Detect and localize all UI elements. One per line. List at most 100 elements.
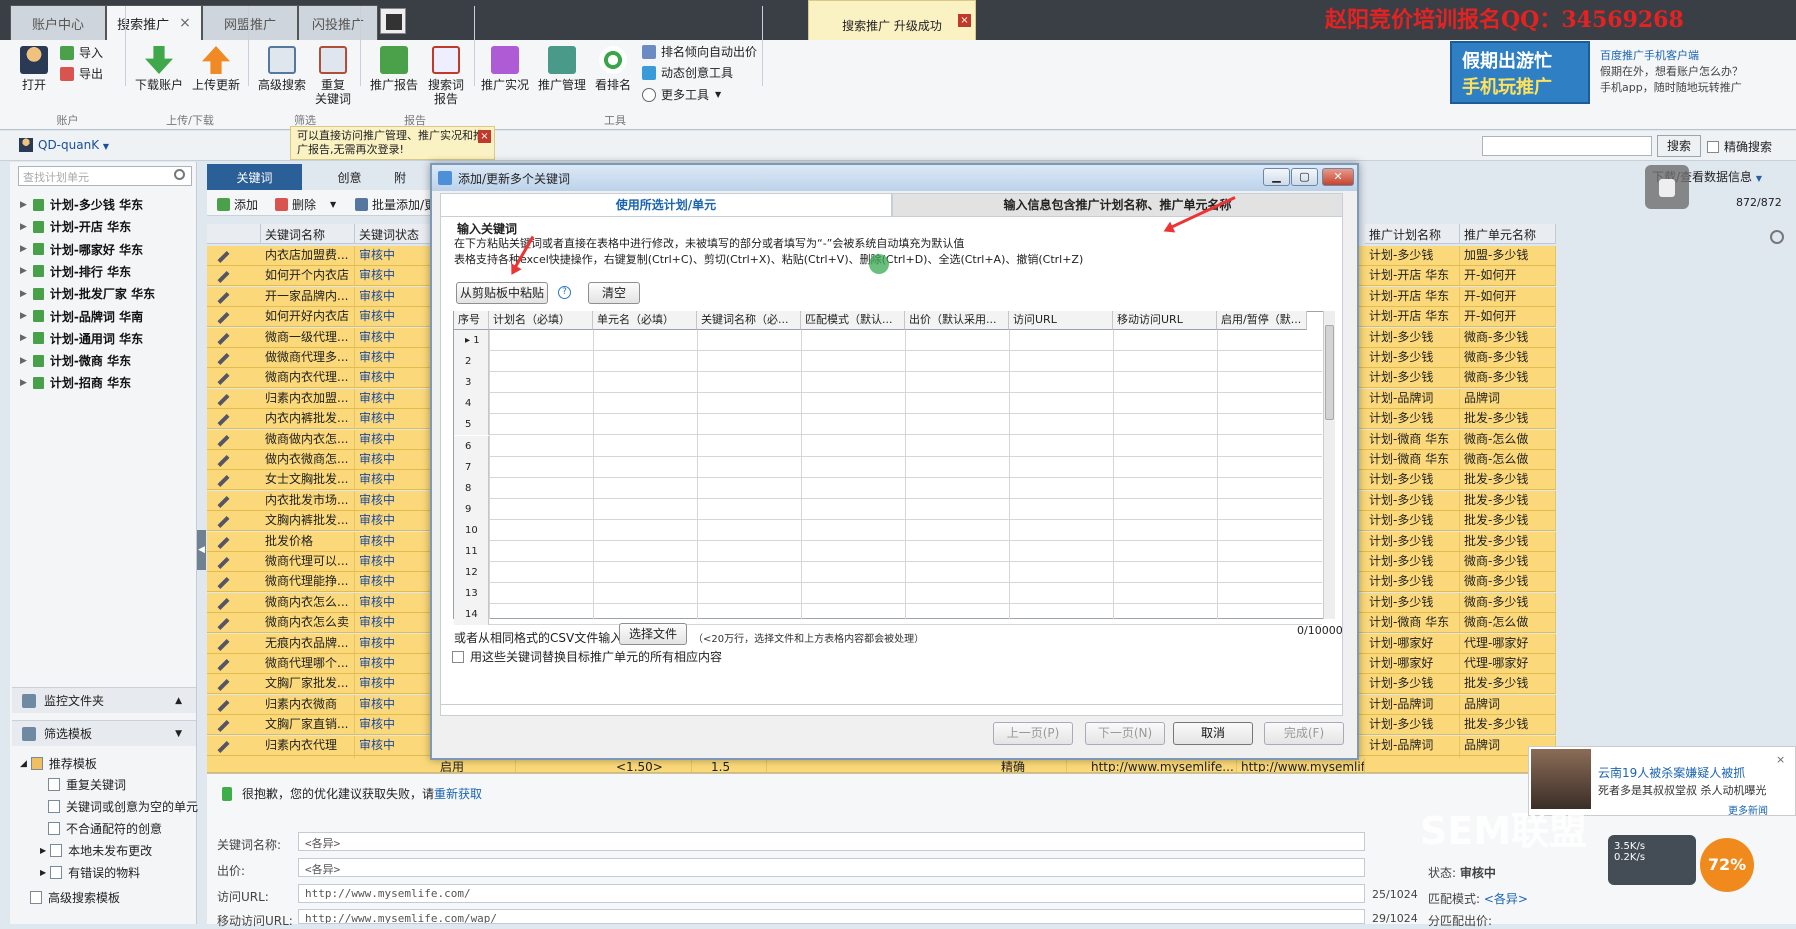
grid-row[interactable] — [454, 541, 1322, 562]
minimize-icon[interactable]: ▁ — [1263, 168, 1290, 186]
table-header[interactable]: 关键词状态 — [355, 224, 435, 244]
app-grid-icon[interactable] — [380, 8, 406, 34]
add-button[interactable]: 添加 — [217, 196, 258, 213]
expand-icon[interactable]: ▶ — [20, 200, 27, 210]
ad-image[interactable]: 假期出游忙 手机玩推广 — [1450, 41, 1590, 104]
scrollbar-thumb[interactable] — [1325, 325, 1334, 420]
tab-attachment[interactable]: 附 — [370, 164, 430, 190]
filter-template-header[interactable]: 筛选模板 ▼ — [12, 720, 196, 746]
view-rank-button[interactable]: 看排名 — [595, 46, 631, 92]
lock-icon[interactable] — [1645, 165, 1689, 209]
expand-icon[interactable]: ▶ — [40, 846, 46, 855]
grid-column-header[interactable]: 出价（默认采用... — [905, 311, 1009, 330]
plan-search-input[interactable]: 查找计划单元 — [18, 166, 192, 186]
cancel-button[interactable]: 取消 — [1173, 722, 1253, 745]
batch-add-button[interactable]: 批量添加/更 — [355, 196, 436, 213]
grid-column-header[interactable]: 移动访问URL — [1113, 311, 1217, 330]
upload-update-button[interactable]: 上传更新 — [192, 46, 240, 92]
grid-column-header[interactable]: 序号 — [454, 311, 489, 330]
choose-file-button[interactable]: 选择文件 — [619, 623, 687, 645]
clear-button[interactable]: 清空 — [588, 282, 640, 304]
grid-column-header[interactable]: 关键词名称（必... — [697, 311, 801, 330]
plan-item[interactable]: ▶ 计划-排行 华东 — [20, 263, 131, 280]
realtime-button[interactable]: 推广实况 — [481, 46, 529, 92]
plan-item[interactable]: ▶ 计划-通用词 华东 — [20, 330, 143, 347]
download-account-button[interactable]: 下载账户 — [135, 46, 183, 92]
template-item[interactable]: ▶ 本地未发布更改 — [40, 842, 152, 859]
gear-icon[interactable] — [1770, 230, 1784, 244]
grid-row[interactable] — [454, 351, 1322, 373]
grid-row[interactable] — [454, 499, 1322, 520]
import-button[interactable]: 导入 — [60, 44, 103, 61]
match-value[interactable]: <各异> — [1484, 892, 1528, 906]
plan-item[interactable]: ▶ 计划-品牌词 华南 — [20, 308, 143, 325]
news-title[interactable]: 云南19人被杀案嫌疑人被抓 — [1598, 764, 1745, 781]
grid-row[interactable] — [454, 457, 1322, 478]
template-item[interactable]: ▶ 有错误的物料 — [40, 864, 140, 881]
next-page-button[interactable]: 下一页(N) — [1085, 722, 1165, 745]
grid-row[interactable] — [454, 604, 1322, 626]
close-icon[interactable]: × — [1776, 753, 1785, 766]
search-button[interactable]: 搜索 — [1657, 135, 1701, 157]
expand-icon[interactable]: ▶ — [40, 868, 46, 877]
template-item[interactable]: 不合通配符的创意 — [48, 820, 162, 837]
refetch-link[interactable]: 重新获取 — [434, 785, 482, 802]
plan-item[interactable]: ▶ 计划-多少钱 华东 — [20, 196, 143, 213]
duplicate-keyword-button[interactable]: 重复 关键词 — [315, 46, 351, 106]
tab-keyword[interactable]: 关键词 — [207, 164, 302, 190]
search-input[interactable] — [1482, 136, 1652, 156]
close-icon[interactable]: × — [478, 130, 491, 143]
auto-bid-button[interactable]: 排名倾向自动出价 — [642, 43, 757, 60]
plan-item[interactable]: ▶ 计划-微商 华东 — [20, 352, 131, 369]
promo-report-button[interactable]: 推广报告 — [370, 46, 418, 92]
maximize-icon[interactable]: ▢ — [1291, 168, 1318, 186]
replace-checkbox[interactable]: 用这些关键词替换目标推广单元的所有相应内容 — [452, 648, 722, 665]
recommend-template-node[interactable]: ◢ 推荐模板 — [20, 755, 97, 772]
table-header[interactable]: 关键词名称 — [261, 224, 355, 244]
monitor-folder-header[interactable]: 监控文件夹 ▲ — [12, 687, 196, 713]
ad-text[interactable]: 百度推广手机客户端 假期在外，想看账户怎么办？ 手机app，随时随地玩转推广 — [1600, 48, 1743, 96]
grid-row[interactable] — [454, 393, 1322, 415]
tab-flash-promo[interactable]: 闪投推广 — [298, 5, 378, 40]
expand-icon[interactable]: ▶ — [20, 378, 27, 388]
paste-clipboard-button[interactable]: 从剪贴板中粘贴 — [456, 282, 548, 304]
visit-url-field[interactable]: http://www.mysemlife.com/ — [298, 884, 1365, 903]
collapse-handle[interactable]: ◀ — [197, 530, 206, 570]
dynamic-creative-button[interactable]: 动态创意工具 — [642, 64, 733, 81]
table-header[interactable]: 推广计划名称 — [1365, 224, 1460, 244]
grid-row[interactable] — [454, 372, 1322, 394]
finish-button[interactable]: 完成(F) — [1264, 722, 1344, 745]
plan-item[interactable]: ▶ 计划-开店 华东 — [20, 218, 131, 235]
grid-column-header[interactable]: 匹配模式（默认... — [801, 311, 905, 330]
table-row[interactable]: 启用 <1.50> 1.5 精确 http://www.mysemlife...… — [207, 758, 1556, 773]
close-icon[interactable]: × — [958, 14, 971, 27]
grid-row[interactable] — [454, 583, 1322, 605]
match-field[interactable]: 匹配模式: <各异> — [1428, 890, 1528, 907]
promo-manage-button[interactable]: 推广管理 — [538, 46, 586, 92]
grid-row[interactable] — [454, 562, 1322, 584]
tab-search-promo[interactable]: 搜索推广 × — [106, 5, 202, 40]
bid-field[interactable]: <各异> — [298, 858, 1365, 877]
mobile-url-field[interactable]: http://www.mysemlife.com/wap/ — [298, 909, 1365, 924]
exact-search-checkbox[interactable]: 精确搜索 — [1707, 138, 1772, 155]
tab-input-with-plan[interactable]: 输入信息包含推广计划名称、推广单元名称 — [892, 193, 1343, 217]
account-selector[interactable]: QD-quanK ▼ — [38, 138, 109, 152]
keyword-name-field[interactable]: <各异> — [298, 832, 1365, 851]
dialog-titlebar[interactable]: 添加/更新多个关键词 — [432, 165, 1357, 191]
plan-item[interactable]: ▶ 计划-招商 华东 — [20, 374, 131, 391]
tab-network-promo[interactable]: 网盟推广 — [202, 5, 298, 40]
grid-column-header[interactable]: 计划名（必填） — [489, 311, 593, 330]
grid-row[interactable] — [454, 520, 1322, 541]
grid-column-header[interactable]: 启用/暂停（默... — [1217, 311, 1307, 330]
expand-icon[interactable]: ▶ — [20, 244, 27, 254]
help-icon[interactable]: ? — [558, 286, 571, 299]
expand-icon[interactable]: ▶ — [20, 333, 27, 343]
tab-account-center[interactable]: 账户中心 — [10, 5, 106, 40]
more-news-link[interactable]: 更多新闻 — [1728, 802, 1768, 817]
prev-page-button[interactable]: 上一页(P) — [993, 722, 1073, 745]
search-term-report-button[interactable]: 搜索词 报告 — [428, 46, 464, 106]
ad-title[interactable]: 百度推广手机客户端 — [1600, 48, 1743, 64]
tab-selected-plan[interactable]: 使用所选计划/单元 — [440, 193, 892, 217]
grid-row[interactable] — [454, 330, 1322, 351]
more-tools-button[interactable]: 更多工具 ▼ — [642, 86, 721, 103]
